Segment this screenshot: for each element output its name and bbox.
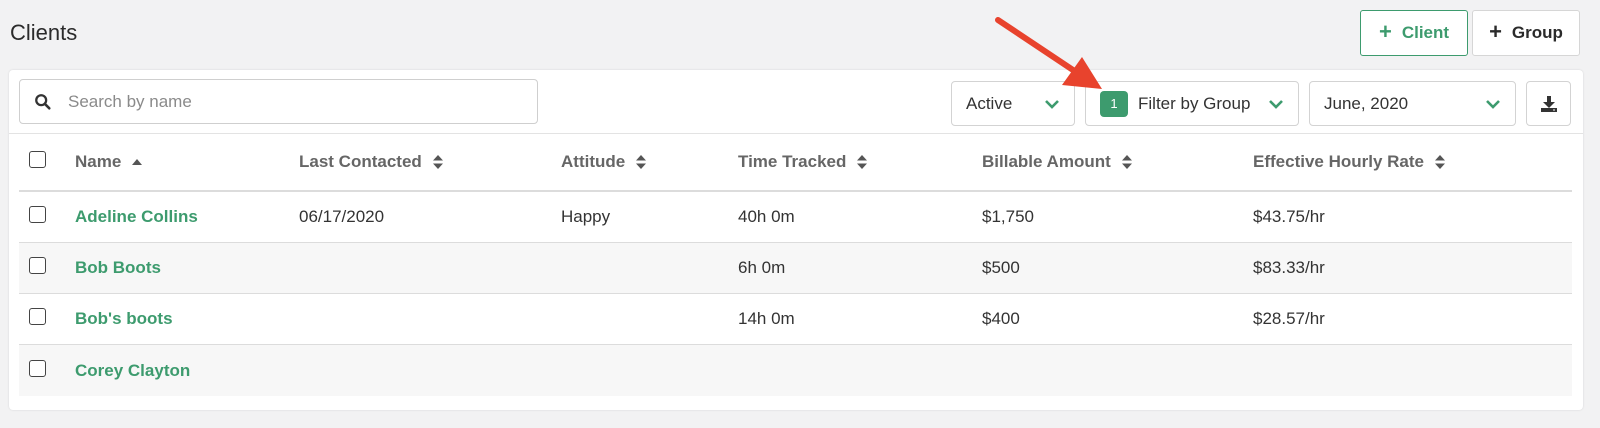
column-header-billable-amount[interactable]: Billable Amount <box>982 152 1253 172</box>
column-header-name[interactable]: Name <box>75 152 299 172</box>
sort-ascending-icon <box>132 159 143 165</box>
add-group-label: Group <box>1511 23 1563 42</box>
download-icon <box>1540 95 1557 112</box>
month-filter-value: June, 2020 <box>1324 93 1409 113</box>
row-checkbox[interactable] <box>29 308 46 325</box>
chevron-down-icon <box>1486 100 1500 109</box>
time-tracked-cell: 14h 0m <box>738 309 795 328</box>
column-header-label: Time Tracked <box>738 152 847 171</box>
add-client-button[interactable]: + Client <box>1360 10 1468 56</box>
column-header-label: Billable Amount <box>982 152 1111 171</box>
column-header-attitude[interactable]: Attitude <box>561 152 738 172</box>
column-header-label: Effective Hourly Rate <box>1253 152 1424 171</box>
sort-icon <box>1121 155 1132 169</box>
row-checkbox[interactable] <box>29 359 46 377</box>
plus-icon: + <box>1489 19 1502 44</box>
column-header-label: Name <box>75 152 122 171</box>
row-checkbox[interactable] <box>29 257 46 274</box>
table-row: Bob's boots 14h 0m $400 $28.57/hr <box>19 294 1572 345</box>
sort-icon <box>636 155 647 169</box>
table-row: Bob Boots 6h 0m $500 $83.33/hr <box>19 243 1572 294</box>
filter-toolbar: Active 1 Filter by Group June, 2020 <box>9 70 1583 134</box>
hourly-rate-cell: $28.57/hr <box>1253 309 1325 328</box>
row-checkbox[interactable] <box>29 206 46 223</box>
add-client-label: Client <box>1401 23 1450 42</box>
chevron-down-icon <box>1269 100 1283 109</box>
group-filter-select[interactable]: 1 Filter by Group <box>1085 81 1299 126</box>
plus-icon: + <box>1378 19 1392 44</box>
add-group-button[interactable]: + Group <box>1472 10 1580 56</box>
group-filter-label: Filter by Group <box>1138 93 1251 113</box>
table-row: Corey Clayton <box>19 345 1572 396</box>
billable-amount-cell: $500 <box>982 258 1020 277</box>
group-filter-count-badge: 1 <box>1100 90 1128 117</box>
download-button[interactable] <box>1526 81 1571 126</box>
time-tracked-cell: 6h 0m <box>738 258 786 277</box>
status-filter-select[interactable]: Active <box>951 81 1075 126</box>
clients-card: Active 1 Filter by Group June, 2020 <box>9 70 1583 410</box>
column-header-last-contacted[interactable]: Last Contacted <box>299 152 561 172</box>
last-contacted-cell: 06/17/2020 <box>299 207 385 226</box>
table-header-row: Name Last Contacted Attitude Time Tracke… <box>19 134 1572 192</box>
hourly-rate-cell: $43.75/hr <box>1253 207 1325 226</box>
column-header-effective-hourly-rate[interactable]: Effective Hourly Rate <box>1253 152 1572 172</box>
search-box <box>19 79 538 124</box>
select-all-checkbox[interactable] <box>29 151 46 168</box>
column-header-time-tracked[interactable]: Time Tracked <box>738 152 982 172</box>
table-row: Adeline Collins 06/17/2020 Happy 40h 0m … <box>19 192 1572 243</box>
month-filter-select[interactable]: June, 2020 <box>1309 81 1516 126</box>
sort-icon <box>857 155 868 169</box>
client-name-link[interactable]: Corey Clayton <box>75 361 190 380</box>
search-input[interactable] <box>68 91 488 112</box>
search-icon <box>35 93 51 110</box>
column-header-label: Attitude <box>561 152 626 171</box>
clients-table: Name Last Contacted Attitude Time Tracke… <box>19 134 1572 396</box>
page-title: Clients <box>10 20 78 45</box>
sort-icon <box>1435 155 1445 169</box>
client-name-link[interactable]: Bob's boots <box>75 309 173 328</box>
client-name-link[interactable]: Adeline Collins <box>75 207 198 226</box>
sort-icon <box>432 155 443 169</box>
billable-amount-cell: $1,750 <box>982 207 1034 226</box>
client-name-link[interactable]: Bob Boots <box>75 258 161 277</box>
time-tracked-cell: 40h 0m <box>738 207 795 226</box>
chevron-down-icon <box>1045 100 1059 109</box>
attitude-cell: Happy <box>561 207 611 226</box>
billable-amount-cell: $400 <box>982 309 1020 328</box>
column-header-label: Last Contacted <box>299 152 422 171</box>
hourly-rate-cell: $83.33/hr <box>1253 258 1325 277</box>
status-filter-value: Active <box>966 93 1013 113</box>
top-actions: + Client + Group <box>1360 10 1580 56</box>
